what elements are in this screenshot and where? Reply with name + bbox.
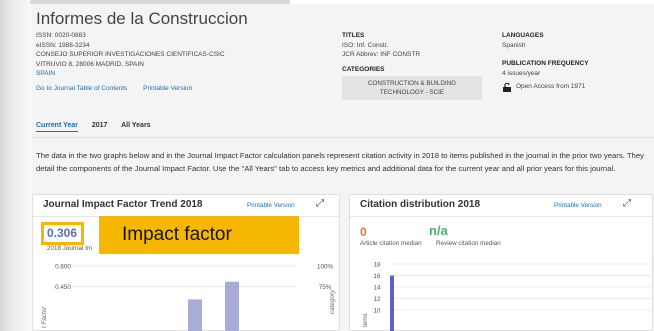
article-median-label: Article citation median <box>360 240 422 247</box>
categories-label: CATEGORIES <box>342 65 385 73</box>
bar <box>390 275 394 331</box>
titles-label: TITLES <box>342 32 365 39</box>
frequency-label: PUBLICATION FREQUENCY <box>502 60 589 68</box>
open-access-row: Open Access from 1971 <box>502 82 652 92</box>
jif-sub-label: 2018 Journal Im <box>47 245 93 252</box>
y2-axis-label: category <box>329 289 336 314</box>
toc-link[interactable]: Go to Journal Table of Contents <box>36 85 127 92</box>
y-axis-label: t Factor <box>41 306 48 328</box>
journal-profile-page: Informes de la Construccion ISSN: 0020-0… <box>31 4 654 331</box>
jif-value: 0.306 <box>47 226 78 240</box>
jcr-abbrev: JCR Abbrev: INF CONSTR <box>342 51 421 59</box>
expand-icon[interactable]: ⤢ <box>316 198 324 209</box>
expand-icon[interactable]: ⤢ <box>623 198 631 209</box>
description-text: The data in the two graphs below and in … <box>36 151 644 173</box>
titles-block: TITLES ISO: Inf. Constr. JCR Abbrev: INF… <box>342 31 502 101</box>
journal-header: Informes de la Construccion ISSN: 0020-0… <box>31 4 654 150</box>
year-tabs: Current Year 2017 All Years <box>36 122 163 132</box>
article-median-value: 0 <box>360 225 367 239</box>
category-chip[interactable]: CONSTRUCTION & BUILDING TECHNOLOGY - SCI… <box>342 76 482 101</box>
citation-panel-title: Citation distribution 2018 <box>360 199 481 210</box>
address: VITRUVIO 8, 28006 MADRID, SPAIN <box>36 60 144 68</box>
printable-version-link[interactable]: Printable Version <box>143 85 192 92</box>
y2-tick-label: 100% <box>317 264 334 271</box>
impact-factor-callout: Impact factor <box>99 216 299 254</box>
jif-panel-title: Journal Impact Factor Trend 2018 <box>43 199 203 210</box>
background-sketch <box>0 0 30 331</box>
journal-info: ISSN: 0020-0883 eISSN: 1988-3234 CONSEJO… <box>36 31 276 94</box>
jif-chart: 0.600 100%0.450 75%t Factorcategory <box>41 264 336 331</box>
open-access-text: Open Access from 1971 <box>516 83 586 91</box>
tab-2017[interactable]: 2017 <box>92 122 108 129</box>
language-value: Spanish <box>502 41 526 49</box>
y-tick-label: 10 <box>373 308 381 315</box>
y-axis-label: tems <box>362 313 369 327</box>
publisher: CONSEJO SUPERIOR INVESTIGACIONES CIENTIF… <box>36 51 225 59</box>
lock-open-icon <box>503 82 511 92</box>
languages-block: LANGUAGES Spanish PUBLICATION FREQUENCY … <box>502 31 652 92</box>
journal-links: Go to Journal Table of Contents Printabl… <box>36 84 276 94</box>
citation-printable-link[interactable]: Printable Version <box>554 202 602 209</box>
jif-printable-link[interactable]: Printable Version <box>247 202 295 209</box>
review-median-value: n/a <box>429 223 448 238</box>
citation-chart: 18 16 14 12 10 tems <box>362 262 652 331</box>
y-tick-label: 16 <box>373 273 381 280</box>
y-tick-label: 12 <box>373 296 381 303</box>
y-tick-label: 14 <box>373 285 381 292</box>
issn: ISSN: 0020-0883 <box>36 32 86 39</box>
bar <box>225 281 239 331</box>
country-link[interactable]: SPAIN <box>36 69 276 79</box>
iso-title: ISO: Inf. Constr. <box>342 41 389 49</box>
frequency-value: 4 issues/year <box>502 69 541 77</box>
review-median-label: Review citation median <box>436 240 501 247</box>
panel-divider <box>350 216 652 217</box>
y-tick-label: 18 <box>373 262 381 269</box>
citation-distribution-panel: Citation distribution 2018 Printable Ver… <box>349 194 653 331</box>
languages-label: LANGUAGES <box>502 32 544 39</box>
bar <box>188 299 202 331</box>
tab-all-years[interactable]: All Years <box>121 122 150 129</box>
journal-title: Informes de la Construccion <box>36 9 248 28</box>
tabs-divider <box>31 137 654 138</box>
eissn: eISSN: 1988-3234 <box>36 41 90 49</box>
y-tick-label: 0.600 <box>55 264 71 271</box>
tab-current-year[interactable]: Current Year <box>36 122 78 132</box>
y-tick-label: 0.450 <box>55 284 71 291</box>
jif-trend-panel: Journal Impact Factor Trend 2018 Printab… <box>32 194 340 331</box>
